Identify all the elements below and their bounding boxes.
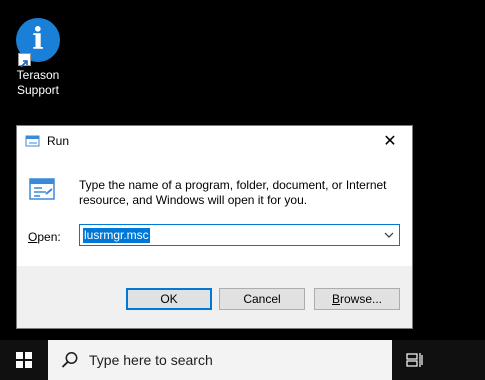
- taskbar-search-box[interactable]: Type here to search: [48, 340, 392, 380]
- dialog-description: Type the name of a program, folder, docu…: [79, 178, 387, 207]
- title-bar[interactable]: Run ✕: [17, 126, 412, 155]
- run-icon: [25, 135, 40, 146]
- task-view-button[interactable]: [396, 340, 434, 380]
- desktop-icon-terason-support[interactable]: i Terason Support: [6, 18, 70, 98]
- start-button[interactable]: [0, 340, 48, 380]
- close-button[interactable]: ✕: [368, 126, 412, 155]
- open-combobox[interactable]: lusrmgr.msc: [79, 224, 400, 246]
- chevron-down-icon[interactable]: [384, 228, 394, 242]
- open-label: Open:: [28, 230, 61, 244]
- open-input-value[interactable]: lusrmgr.msc: [83, 227, 150, 243]
- ok-button[interactable]: OK: [126, 288, 212, 310]
- button-row: OK Cancel Browse...: [17, 284, 412, 314]
- desktop-icon-label: Terason Support: [16, 68, 60, 97]
- task-view-icon: [406, 353, 423, 367]
- dialog-content: Type the name of a program, folder, docu…: [17, 155, 412, 266]
- taskbar: Type here to search: [0, 340, 485, 380]
- run-dialog: Run ✕ Type the name of a program, folder…: [16, 125, 413, 329]
- run-program-icon: [29, 178, 55, 200]
- dialog-title: Run: [47, 133, 70, 148]
- info-icon: i: [16, 18, 60, 68]
- search-icon: [61, 352, 78, 368]
- search-placeholder: Type here to search: [89, 352, 213, 368]
- browse-button[interactable]: Browse...: [314, 288, 400, 310]
- windows-logo-icon: [16, 352, 32, 368]
- shortcut-arrow-icon: [18, 53, 31, 68]
- close-icon: ✕: [383, 132, 397, 150]
- cancel-button[interactable]: Cancel: [219, 288, 305, 310]
